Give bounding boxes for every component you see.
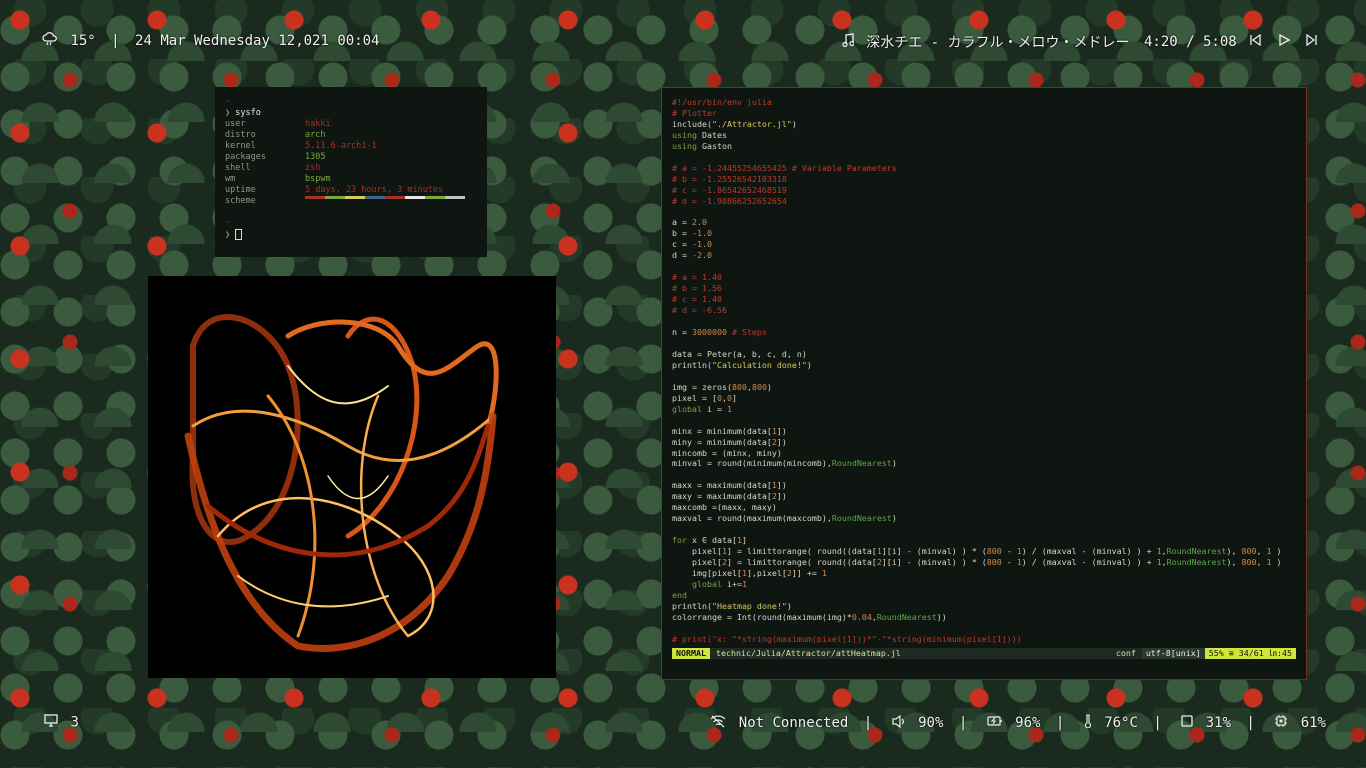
attractor-heatmap-image [148, 276, 556, 678]
scheme-label: scheme [225, 196, 256, 206]
sysfo-row-distro: distro arch [225, 130, 477, 141]
scheme-swatch [425, 196, 445, 199]
code-buffer[interactable]: #!/usr/bin/env julia # Plotter include("… [672, 97, 1296, 645]
sysfo-key: user [225, 119, 246, 129]
separator: | [1055, 715, 1065, 731]
sysfo-value: 5.11.6-arch1-1 [305, 141, 377, 151]
vim-editor-window[interactable]: #!/usr/bin/env julia # Plotter include("… [661, 87, 1307, 680]
sysfo-key: shell [225, 163, 251, 173]
scheme-swatch [445, 196, 465, 199]
thermometer-icon [1084, 714, 1092, 732]
next-track-icon[interactable] [1306, 33, 1318, 50]
separator: | [958, 715, 968, 731]
cloud-rain-icon [42, 32, 58, 50]
workspace-indicator[interactable]: 3 [40, 714, 79, 731]
sysfo-value: 1305 [305, 152, 326, 162]
top-right-music: 深水チエ - カラフル・メロウ・メドレー 4:20 / 5:08 [838, 32, 1322, 52]
track-title: 深水チエ - カラフル・メロウ・メドレー [866, 35, 1130, 51]
file-type: conf [1115, 648, 1136, 658]
sysfo-row-wm: wm bspwm [225, 174, 477, 185]
sysfo-value: zsh [305, 163, 321, 173]
scheme-swatch [305, 196, 325, 199]
scheme-swatch [345, 196, 365, 199]
vim-statusline: NORMAL technic/Julia/Attractor/attHeatma… [672, 648, 1296, 659]
volume-level: 90% [918, 715, 944, 731]
scheme-row: scheme [225, 196, 477, 207]
separator: | [111, 33, 120, 49]
file-name: technic/Julia/Attractor/attHeatmap.jl [715, 648, 901, 658]
sysfo-key: packages [225, 152, 266, 162]
separator: | [863, 715, 873, 731]
sysfo-row-packages: packages 1305 [225, 152, 477, 163]
cpu-usage: 61% [1300, 715, 1326, 731]
top-left-status: 15° | 24 Mar Wednesday 12,021 00:04 [38, 32, 379, 50]
cursor [235, 229, 243, 240]
sysfo-key: distro [225, 130, 256, 140]
sysfo-row-shell: shell zsh [225, 163, 477, 174]
wifi-status: Not Connected [738, 715, 849, 731]
battery-level: 96% [1015, 715, 1041, 731]
command: sysfo [235, 108, 261, 118]
play-icon[interactable] [1278, 33, 1290, 50]
scheme-swatch [405, 196, 425, 199]
track-time: 4:20 / 5:08 [1143, 34, 1237, 50]
separator: | [1246, 715, 1255, 731]
sysfo-key: wm [225, 174, 236, 184]
input-prompt[interactable]: ❯ [225, 229, 477, 241]
sysfo-value: arch [305, 130, 326, 140]
sysfo-row-uptime: uptime 5 days, 23 hours, 3 minutes [225, 185, 477, 196]
cursor-position: 55% ≡ 34/61 ㏑:45 [1204, 648, 1296, 659]
memory-usage: 31% [1205, 715, 1231, 731]
scheme-swatch [365, 196, 385, 199]
sysfo-value: 5 days, 23 hours, 3 minutes [305, 185, 444, 195]
sysfo-row-kernel: kernel 5.11.6-arch1-1 [225, 141, 477, 152]
sysfo-terminal[interactable]: ~ ❯ sysfo user hakki distro arch kernel 5.11.… [215, 87, 487, 257]
sysfo-row-user: user hakki [225, 119, 477, 130]
sysfo-info: user hakki distro arch kernel 5.11.6-arch1-1 p… [225, 119, 477, 196]
wifi-off-icon [710, 715, 726, 732]
color-scheme-bar [305, 196, 465, 199]
cpu-icon [1274, 714, 1288, 732]
memory-icon [1181, 715, 1193, 731]
monitor-icon [44, 714, 58, 731]
cpu-temperature: 76°C [1104, 715, 1138, 731]
date-time: 24 Mar Wednesday 12,021 00:04 [135, 33, 380, 49]
previous-track-icon[interactable] [1249, 33, 1261, 50]
sysfo-key: uptime [225, 185, 256, 195]
scheme-swatch [325, 196, 345, 199]
battery-charging-icon [987, 715, 1003, 731]
workspace-number: 3 [70, 714, 79, 731]
system-status: Not Connected | 90% | 96% | 76°C | 31% |… [706, 714, 1326, 732]
volume-icon [892, 714, 906, 732]
sysfo-key: kernel [225, 141, 256, 151]
mode-indicator: NORMAL [672, 648, 710, 659]
prompt2-dir: ~ [225, 218, 231, 228]
separator: | [1153, 715, 1162, 731]
encoding: utf-8[unix] [1141, 648, 1205, 659]
prompt-dir: ~ [225, 97, 231, 107]
sysfo-value: hakki [305, 119, 331, 129]
command-line: ❯ sysfo [225, 108, 261, 118]
sysfo-value: bspwm [305, 174, 331, 184]
music-note-icon [842, 33, 855, 51]
scheme-swatch [385, 196, 405, 199]
weather-temperature: 15° [70, 33, 96, 49]
